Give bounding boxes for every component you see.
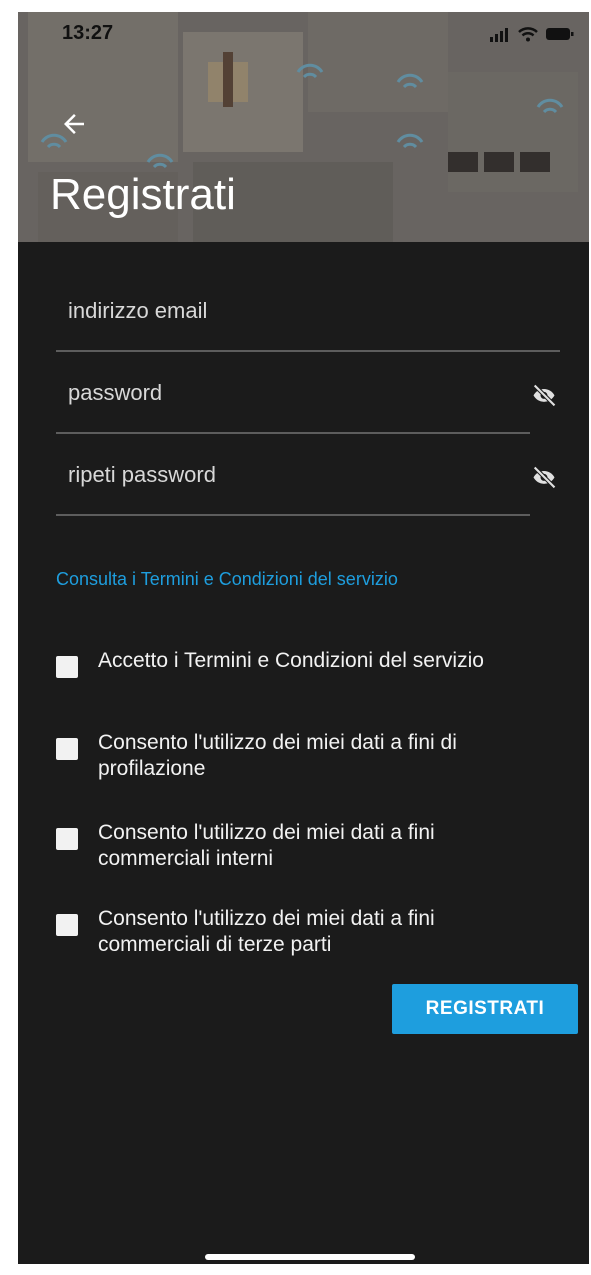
register-button[interactable]: REGISTRATI: [392, 984, 578, 1034]
terms-link[interactable]: Consulta i Termini e Condizioni del serv…: [56, 569, 398, 590]
email-underline: [56, 350, 560, 352]
checkbox-label: Consento l'utilizzo dei miei dati a fini…: [98, 907, 435, 956]
checkbox-row-terms: Accetto i Termini e Condizioni del servi…: [56, 648, 576, 678]
status-time: 13:27: [62, 22, 114, 44]
signal-icon: [490, 28, 508, 42]
third-party-checkbox[interactable]: [56, 914, 78, 936]
repeat-password-underline: [56, 514, 530, 516]
back-button[interactable]: [54, 104, 94, 144]
eye-off-icon[interactable]: [530, 464, 558, 492]
checkbox-row-internal-commercial: Consento l'utilizzo dei miei dati a fini…: [56, 820, 576, 872]
email-input[interactable]: [68, 298, 508, 324]
repeat-password-input[interactable]: [68, 462, 508, 488]
wifi-icon: [518, 27, 538, 42]
home-indicator: [205, 1254, 415, 1260]
checkbox-label: Consento l'utilizzo dei miei dati a fini…: [98, 821, 435, 870]
registration-screen: 13:27 Registrati indirizzo email Consult…: [18, 12, 589, 1264]
arrow-left-icon: [64, 114, 84, 134]
page-title: Registrati: [50, 170, 236, 219]
terms-checkbox[interactable]: [56, 656, 78, 678]
checkbox-label: Consento l'utilizzo dei miei dati a fini…: [98, 731, 457, 780]
checkbox-row-profiling: Consento l'utilizzo dei miei dati a fini…: [56, 730, 576, 782]
checkbox-label: Accetto i Termini e Condizioni del servi…: [98, 649, 484, 672]
checkbox-row-third-party: Consento l'utilizzo dei miei dati a fini…: [56, 906, 576, 958]
profiling-checkbox[interactable]: [56, 738, 78, 760]
password-input[interactable]: [68, 380, 508, 406]
internal-commercial-checkbox[interactable]: [56, 828, 78, 850]
header-banner: 13:27 Registrati: [18, 12, 589, 242]
eye-off-icon[interactable]: [530, 382, 558, 410]
status-icons: [489, 26, 575, 42]
battery-icon: [546, 28, 574, 40]
password-underline: [56, 432, 530, 434]
